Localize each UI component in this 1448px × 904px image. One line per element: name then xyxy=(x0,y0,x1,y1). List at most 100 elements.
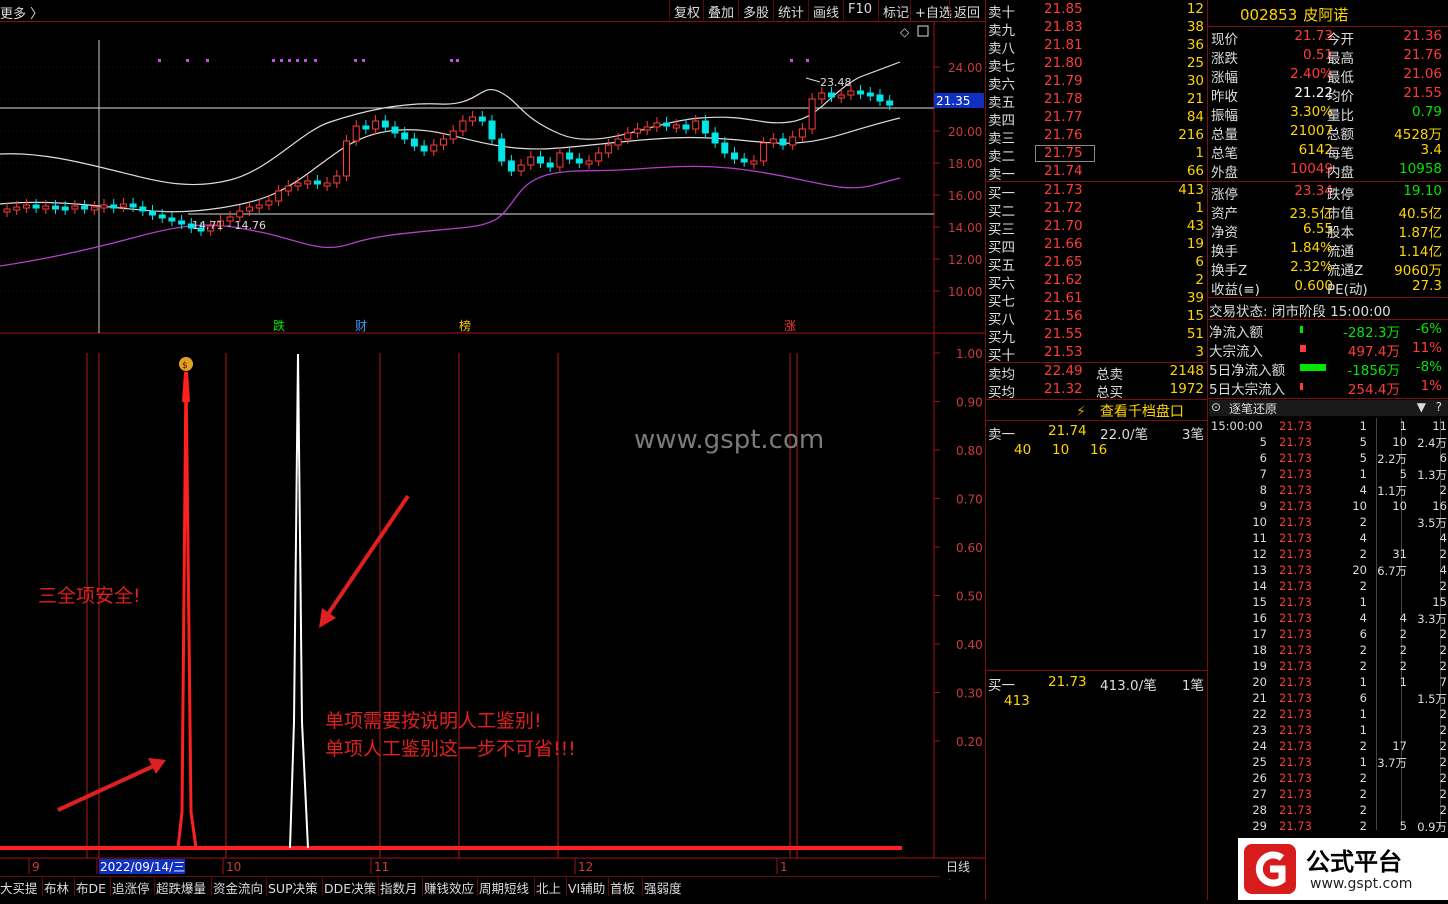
toolbar-button-1[interactable]: 叠加 xyxy=(708,2,734,21)
quote-row: 收益(≡) 0.600 PE(动) 27.3 xyxy=(1209,278,1448,298)
toolbar-button-2[interactable]: 多股 xyxy=(743,2,769,21)
tick-sell: 2 xyxy=(1439,707,1447,721)
indicator-tab-10[interactable]: 周期短线 xyxy=(479,878,529,897)
indicator-tabs: 大买提 布林 布DE 追涨停 超跌爆量 资金流向 SUP决策 DDE决策 指数月 赚钱效应 周期短线… xyxy=(0,876,940,896)
toolbar-separator xyxy=(949,0,950,22)
indicator-tab-0[interactable]: 大买提 xyxy=(0,878,38,897)
indicator-tab-11[interactable]: 北上 xyxy=(536,878,561,897)
indicator-tab-3[interactable]: 追涨停 xyxy=(112,878,150,897)
candle-body xyxy=(246,206,253,212)
toolbar-button-3[interactable]: 统计 xyxy=(778,2,804,21)
tick-row: 11 21.73 4 4 xyxy=(1209,531,1448,547)
candle-body xyxy=(711,132,719,144)
indicator-tab-7[interactable]: DDE决策 xyxy=(324,878,376,897)
tick-sell: 2 xyxy=(1439,643,1447,657)
tick-price: 21.73 xyxy=(1279,435,1312,449)
indicator-tab-5[interactable]: 资金流向 xyxy=(213,878,263,897)
tick-time: 24 xyxy=(1252,739,1267,753)
toolbar-button-8[interactable]: 返回 xyxy=(954,2,980,21)
zoom-in-button[interactable]: + xyxy=(944,877,955,880)
toolbar-button-6[interactable]: 标记 xyxy=(883,2,909,21)
tick-price: 21.73 xyxy=(1279,755,1312,769)
toolbar-button-7[interactable]: +自选 xyxy=(915,2,952,21)
candle-body xyxy=(866,92,874,97)
annotation-manual-1: 单项需要按说明人工鉴别! xyxy=(325,710,542,732)
tick-row: 24 21.73 2 17 2 xyxy=(1209,739,1448,755)
avg-price: 22.49 xyxy=(1044,363,1083,379)
indicator-tab-8[interactable]: 指数月 xyxy=(380,878,418,897)
zoom-out-button[interactable]: − xyxy=(966,877,977,880)
quote-label: 今开 xyxy=(1327,32,1354,48)
tick-sell: 2 xyxy=(1439,627,1447,641)
tab-separator xyxy=(322,877,323,896)
toolbar-button-0[interactable]: 复权 xyxy=(674,2,700,21)
toolbar-button-5[interactable]: F10 xyxy=(848,2,872,17)
tick-volume: 1 xyxy=(1359,419,1367,433)
quote-label: 跌停 xyxy=(1327,187,1354,203)
indicator-tab-6[interactable]: SUP决策 xyxy=(268,878,318,897)
tick-sell: 15 xyxy=(1432,595,1447,609)
tick-row: 8 21.73 4 1.1万 2 xyxy=(1209,483,1448,499)
bid-price: 21.73 xyxy=(1044,182,1083,198)
tick-row: 7 21.73 1 5 1.3万 xyxy=(1209,467,1448,483)
quote-value: 1.87亿 xyxy=(1398,225,1442,241)
tick-row: 23 21.73 1 2 xyxy=(1209,723,1448,739)
quote-label: 外盘 xyxy=(1211,165,1238,181)
book-divider xyxy=(986,399,1208,400)
quote-row: 外盘 10049 内盘 10958 xyxy=(1209,161,1448,181)
flow-row: 大宗流入 497.4万 11% xyxy=(1209,340,1448,360)
ten-level-label: 查看千档盘口 xyxy=(1099,404,1184,420)
tick-sell: 3.3万 xyxy=(1417,612,1447,626)
tab-separator xyxy=(74,877,75,896)
tick-time: 8 xyxy=(1259,483,1267,497)
indicator-tab-13[interactable]: 首板 xyxy=(610,878,635,897)
ten-level-button[interactable]: ⚡ 查看千档盘口 xyxy=(1076,401,1184,421)
tick-sell: 2 xyxy=(1439,579,1447,593)
indicator-tick-label: 0.50 xyxy=(956,590,983,604)
x-axis-label: 2022/09/14/三 xyxy=(100,860,185,874)
ask-row: 卖七 21.80 25 xyxy=(986,55,1208,75)
annotation-manual-2: 单项人工鉴别这一步不可省!!! xyxy=(325,738,576,760)
candle-body xyxy=(808,98,816,130)
tick-title: 逐笔还原 xyxy=(1229,402,1278,416)
candle-body xyxy=(876,94,884,102)
indicator-tab-1[interactable]: 布林 xyxy=(44,878,69,897)
signal-dot xyxy=(456,59,459,62)
logo-url: www.gspt.com xyxy=(1310,876,1412,892)
ask1-label: 卖一 xyxy=(988,427,1015,443)
tick-price: 21.73 xyxy=(1279,499,1312,513)
candle-body xyxy=(362,125,370,130)
bid-row: 买五 21.65 6 xyxy=(986,254,1208,274)
candle-body xyxy=(32,204,40,209)
tick-time: 19 xyxy=(1252,659,1267,673)
more-menu[interactable]: 更多 〉 xyxy=(0,3,43,22)
quote-divider xyxy=(1208,181,1448,182)
toolbar-button-4[interactable]: 画线 xyxy=(813,2,839,21)
quote-value: 21.36 xyxy=(1403,28,1442,44)
indicator-tab-9[interactable]: 赚钱效应 xyxy=(424,878,474,897)
watermark: www.gspt.com xyxy=(634,425,824,455)
indicator-tab-14[interactable]: 强弱度 xyxy=(644,878,682,897)
quote-value: 0.600 xyxy=(1294,278,1333,294)
indicator-tab-12[interactable]: VI辅助 xyxy=(568,878,605,897)
candle-body xyxy=(488,120,496,140)
quote-value: 0.79 xyxy=(1411,104,1442,120)
quote-value: 2.40% xyxy=(1290,66,1333,82)
tick-price: 21.73 xyxy=(1279,739,1312,753)
indicator-tab-2[interactable]: 布DE xyxy=(76,878,106,897)
quote-label: 量比 xyxy=(1327,108,1354,124)
book-divider xyxy=(986,670,1208,671)
candle-body xyxy=(789,136,797,146)
quote-value: 21.22 xyxy=(1294,85,1333,101)
chart-area[interactable]: 24.0022.0020.0018.0016.0014.0012.0010.00… xyxy=(0,22,985,880)
candle-body xyxy=(527,156,535,166)
candle-body xyxy=(740,158,748,163)
quote-divider xyxy=(1208,297,1448,298)
tick-volume: 4 xyxy=(1359,611,1367,625)
tick-price: 21.73 xyxy=(1279,515,1312,529)
bid-price: 21.62 xyxy=(1044,272,1083,288)
candle-body xyxy=(624,132,632,140)
indicator-tab-4[interactable]: 超跌爆量 xyxy=(156,878,206,897)
quote-label: 总笔 xyxy=(1211,146,1238,162)
tick-row: 21 21.73 6 1.5万 xyxy=(1209,691,1448,707)
